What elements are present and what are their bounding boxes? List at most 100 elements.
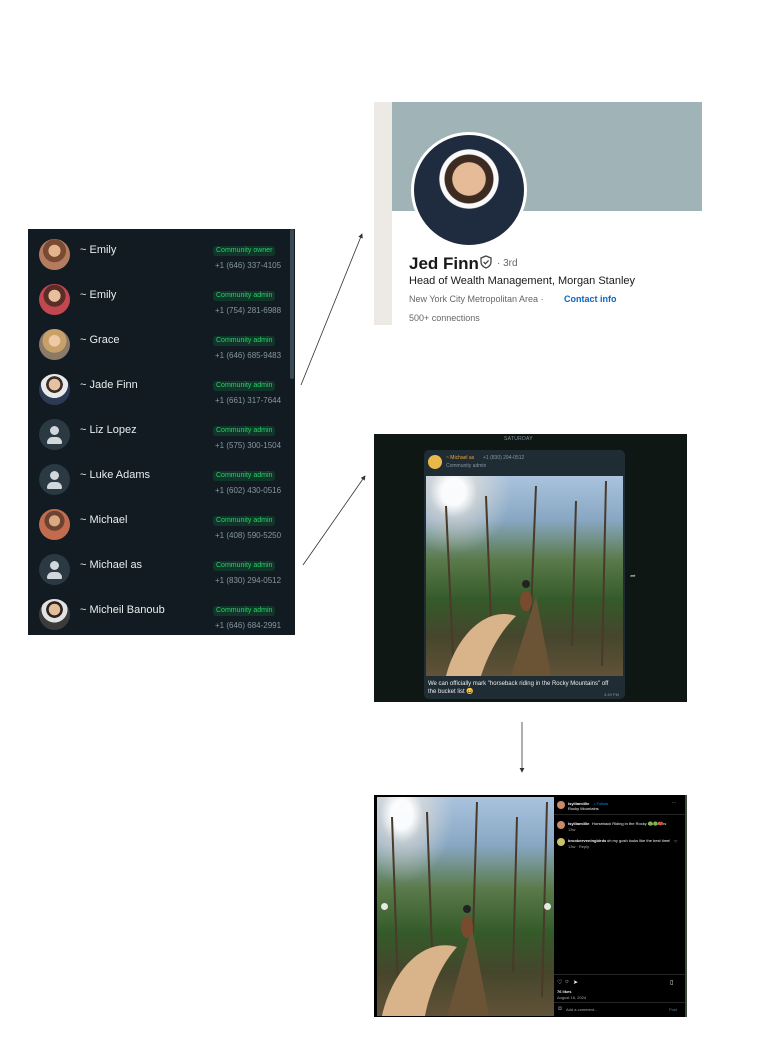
commenter-avatar[interactable] xyxy=(557,838,565,846)
add-comment-input[interactable]: Add a comment... xyxy=(566,1007,597,1012)
trail-scene xyxy=(445,480,607,676)
member-row[interactable]: ~ Emily Community admin +1 (754) 281-6988 xyxy=(28,278,295,323)
member-name: ~ Emily xyxy=(80,244,117,256)
member-name: ~ Emily xyxy=(80,289,117,301)
post-photo[interactable] xyxy=(377,797,554,1016)
sender-phone: +1 (830) 294-0512 xyxy=(483,455,525,461)
community-members-list: ~ Emily Community owner +1 (646) 337-4105 ~… xyxy=(28,229,295,635)
comment-meta[interactable]: 13w · Reply xyxy=(568,844,589,849)
caption-username[interactable]: lsylliamillie xyxy=(568,821,589,826)
connection-degree: · 3rd xyxy=(497,258,518,269)
member-row[interactable]: ~ Michael Community admin +1 (408) 590-525… xyxy=(28,503,295,548)
member-role-badge: Community admin xyxy=(213,426,276,436)
member-role-badge: Community admin xyxy=(213,381,276,391)
comment-username[interactable]: brookeeveningbirds xyxy=(568,838,606,843)
default-avatar-icon[interactable] xyxy=(39,419,70,450)
member-row[interactable]: ~ Emily Community owner +1 (646) 337-4105 xyxy=(28,233,295,278)
profile-name: Jed Finn xyxy=(409,254,479,273)
member-role-badge: Community admin xyxy=(213,336,276,346)
member-role-badge: Community admin xyxy=(213,561,276,571)
member-name: ~ Luke Adams xyxy=(80,469,151,481)
member-avatar[interactable] xyxy=(39,599,70,630)
member-role-badge: Community admin xyxy=(213,516,276,526)
member-row[interactable]: ~ Micheil Banoub Community admin +1 (646) … xyxy=(28,593,295,635)
share-icon[interactable]: ➤ xyxy=(573,979,578,986)
member-avatar[interactable] xyxy=(39,284,70,315)
member-phone: +1 (661) 317-7644 xyxy=(215,396,282,405)
divider xyxy=(554,974,685,975)
member-row[interactable]: ~ Jade Finn Community admin +1 (661) 317-7… xyxy=(28,368,295,413)
caption-avatar[interactable] xyxy=(557,821,565,829)
arrow-member-to-chat xyxy=(302,475,366,566)
author-avatar[interactable] xyxy=(557,801,565,809)
member-name: ~ Jade Finn xyxy=(80,379,138,391)
default-avatar-icon[interactable] xyxy=(39,464,70,495)
profile-headline: Head of Wealth Management, Morgan Stanle… xyxy=(409,275,636,287)
message-bubble[interactable]: ~ Michael as +1 (830) 294-0512 Community… xyxy=(424,450,625,699)
member-avatar[interactable] xyxy=(39,509,70,540)
sender-name[interactable]: ~ Michael as xyxy=(446,455,474,461)
message-text: We can officially mark "horseback riding… xyxy=(428,681,609,695)
member-row[interactable]: ~ Michael as Community admin +1 (830) 294-… xyxy=(28,548,295,593)
like-count[interactable]: 76 likes xyxy=(557,989,571,994)
post-sidebar: lsylliamillie • Follow Rocky Mountains ·… xyxy=(554,797,685,1016)
bookmark-icon[interactable]: ▯ xyxy=(670,979,673,986)
member-name: ~ Grace xyxy=(80,334,120,346)
default-avatar-icon[interactable] xyxy=(39,554,70,585)
member-row[interactable]: ~ Grace Community admin +1 (646) 685-9483 xyxy=(28,323,295,368)
member-name: ~ Michael as xyxy=(80,559,143,571)
member-role-badge: Community admin xyxy=(213,471,276,481)
comment-text: oh my gosh looks like the best time! xyxy=(607,838,671,843)
caption-emoji: 🟢🟢❤️ xyxy=(648,821,663,826)
member-role-badge: Community owner xyxy=(213,246,276,256)
comment-heart-icon[interactable]: ♡ xyxy=(674,839,678,844)
arrow-member-to-linkedin xyxy=(300,233,363,386)
member-avatar[interactable] xyxy=(39,374,70,405)
profile-photo[interactable] xyxy=(411,132,527,248)
connections-count[interactable]: 500+ connections xyxy=(409,313,480,323)
next-arrow-icon[interactable] xyxy=(544,903,551,910)
member-phone: +1 (830) 294-0512 xyxy=(215,576,282,585)
heart-icon[interactable]: ♡ xyxy=(557,979,562,986)
member-phone: +1 (646) 684-2991 xyxy=(215,621,282,630)
caption-time: 13w xyxy=(568,827,576,832)
member-name: ~ Michael xyxy=(80,514,128,526)
message-time: 3:49 PM xyxy=(604,692,619,697)
post-location[interactable]: Rocky Mountains xyxy=(568,806,599,811)
member-role-badge: Community admin xyxy=(213,606,276,616)
date-divider: SATURDAY xyxy=(504,436,533,442)
divider xyxy=(554,1002,685,1003)
linkedin-profile-card: Jed Finn · 3rd Head of Wealth Management… xyxy=(374,102,702,325)
page-gutter xyxy=(374,102,392,325)
divider xyxy=(554,814,685,815)
member-row[interactable]: ~ Luke Adams Community admin +1 (602) 430-… xyxy=(28,458,295,503)
whatsapp-chat: SATURDAY ~ Michael as +1 (830) 294-0512 … xyxy=(374,434,687,702)
previous-arrow-icon[interactable] xyxy=(381,903,388,910)
more-icon[interactable]: ··· xyxy=(672,800,676,805)
member-avatar[interactable] xyxy=(39,329,70,360)
member-row[interactable]: ~ Liz Lopez Community admin +1 (575) 300-1… xyxy=(28,413,295,458)
member-phone: +1 (602) 430-0516 xyxy=(215,486,282,495)
forward-icon[interactable]: ➦ xyxy=(630,572,638,580)
member-phone: +1 (646) 685-9483 xyxy=(215,351,282,360)
page-edge xyxy=(685,795,687,1017)
member-avatar[interactable] xyxy=(39,239,70,270)
contact-info-link[interactable]: Contact info xyxy=(564,294,617,304)
member-phone: +1 (408) 590-5250 xyxy=(215,531,282,540)
verified-shield-icon xyxy=(480,255,492,269)
member-phone: +1 (575) 300-1504 xyxy=(215,441,282,450)
post-comment-button[interactable]: Post xyxy=(669,1007,677,1012)
message-photo[interactable] xyxy=(426,476,623,676)
sender-role: Community admin xyxy=(446,463,487,469)
post-date: August 16, 2024 xyxy=(557,995,587,1000)
trail-scene xyxy=(382,801,548,1016)
members-scrollbar[interactable] xyxy=(290,229,294,379)
sender-avatar[interactable] xyxy=(428,455,442,469)
member-role-badge: Community admin xyxy=(213,291,276,301)
member-name: ~ Micheil Banoub xyxy=(80,604,165,616)
comment-icon[interactable]: ○ xyxy=(565,979,569,985)
profile-location: New York City Metropolitan Area · xyxy=(409,294,544,304)
instagram-post: lsylliamillie • Follow Rocky Mountains ·… xyxy=(374,795,687,1017)
emoji-icon[interactable]: ☺ xyxy=(557,1006,563,1012)
member-phone: +1 (646) 337-4105 xyxy=(215,261,282,270)
